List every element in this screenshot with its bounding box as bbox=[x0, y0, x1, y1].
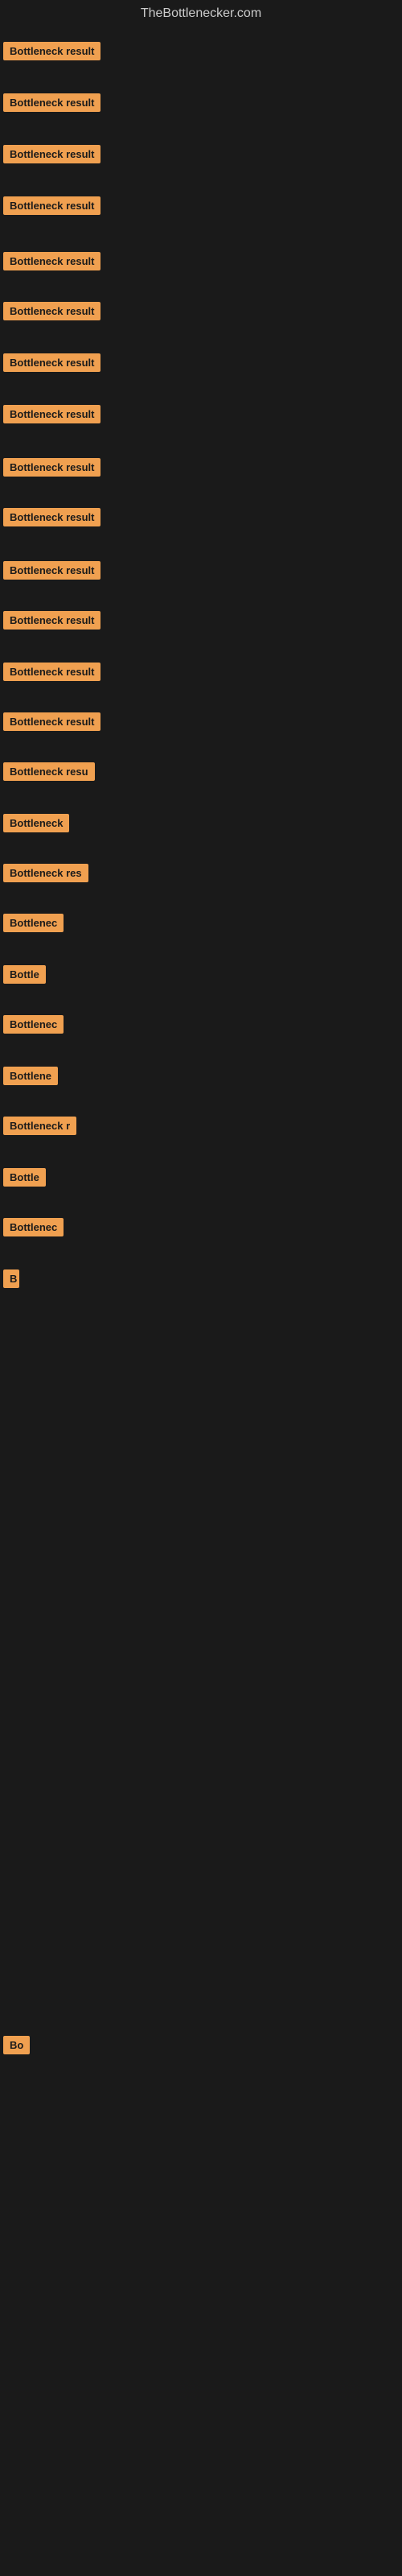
bottleneck-row: Bottlenec bbox=[0, 1212, 402, 1247]
bottleneck-label[interactable]: Bottleneck result bbox=[3, 458, 100, 477]
bottleneck-label[interactable]: Bottlene bbox=[3, 1067, 58, 1085]
bottleneck-row: Bottle bbox=[0, 1162, 402, 1197]
bottleneck-label[interactable]: Bottleneck result bbox=[3, 93, 100, 112]
bottleneck-row: Bottleneck result bbox=[0, 452, 402, 487]
bottleneck-row bbox=[0, 1649, 402, 1662]
bottleneck-row: Bottleneck result bbox=[0, 246, 402, 281]
bottleneck-row: B bbox=[0, 1263, 402, 1298]
bottleneck-row: Bottleneck resu bbox=[0, 756, 402, 791]
site-title: TheBottlenecker.com bbox=[0, 0, 402, 27]
bottleneck-label[interactable]: Bottleneck resu bbox=[3, 762, 95, 781]
bottleneck-label[interactable]: Bottleneck result bbox=[3, 405, 100, 423]
bottleneck-row: Bottleneck result bbox=[0, 295, 402, 331]
bottleneck-label[interactable]: Bottleneck result bbox=[3, 42, 100, 60]
bottleneck-label[interactable]: Bottleneck result bbox=[3, 712, 100, 731]
bottleneck-label[interactable]: Bottleneck r bbox=[3, 1117, 76, 1135]
bottleneck-row: Bottleneck bbox=[0, 807, 402, 843]
bottleneck-label[interactable]: Bottlenec bbox=[3, 1015, 64, 1034]
bottleneck-label[interactable]: Bo bbox=[3, 2036, 30, 2054]
bottleneck-row: Bottleneck result bbox=[0, 656, 402, 691]
bottleneck-row: Bottleneck result bbox=[0, 555, 402, 590]
bottleneck-row: Bottleneck result bbox=[0, 706, 402, 741]
bottleneck-row: Bottlene bbox=[0, 1060, 402, 1096]
bottleneck-row: Bottlenec bbox=[0, 907, 402, 943]
bottleneck-label[interactable]: Bottleneck bbox=[3, 814, 69, 832]
bottleneck-label[interactable]: Bottleneck result bbox=[3, 302, 100, 320]
bottleneck-row: Bottleneck result bbox=[0, 502, 402, 537]
bottleneck-row: Bottleneck result bbox=[0, 190, 402, 225]
bottleneck-label[interactable]: Bottleneck result bbox=[3, 663, 100, 681]
bottleneck-label[interactable]: Bottleneck result bbox=[3, 611, 100, 630]
bottleneck-row bbox=[0, 1459, 402, 1472]
bottleneck-label[interactable]: Bottle bbox=[3, 965, 46, 984]
bottleneck-label[interactable]: Bottleneck result bbox=[3, 196, 100, 215]
bottleneck-label[interactable]: Bottleneck result bbox=[3, 508, 100, 526]
bottleneck-label[interactable]: Bottle bbox=[3, 1168, 46, 1187]
bottleneck-row: Bo bbox=[0, 2029, 402, 2065]
bottleneck-row: Bottleneck result bbox=[0, 87, 402, 122]
bottleneck-label[interactable]: Bottleneck res bbox=[3, 864, 88, 882]
bottleneck-row: Bottlenec bbox=[0, 1009, 402, 1044]
bottleneck-label[interactable]: Bottlenec bbox=[3, 1218, 64, 1236]
bottleneck-row: Bottleneck result bbox=[0, 347, 402, 382]
bottleneck-row: Bottleneck result bbox=[0, 605, 402, 640]
bottleneck-label[interactable]: B bbox=[3, 1269, 19, 1288]
bottleneck-label[interactable]: Bottleneck result bbox=[3, 252, 100, 270]
bottleneck-row: Bottleneck res bbox=[0, 857, 402, 893]
bottleneck-label[interactable]: Bottleneck result bbox=[3, 561, 100, 580]
bottleneck-row: Bottleneck r bbox=[0, 1110, 402, 1146]
bottleneck-row: Bottleneck result bbox=[0, 35, 402, 71]
bottleneck-row: Bottle bbox=[0, 959, 402, 994]
bottleneck-label[interactable]: Bottleneck result bbox=[3, 353, 100, 372]
bottleneck-label[interactable]: Bottlenec bbox=[3, 914, 64, 932]
bottleneck-row: Bottleneck result bbox=[0, 398, 402, 434]
bottleneck-row bbox=[0, 1839, 402, 1852]
bottleneck-label[interactable]: Bottleneck result bbox=[3, 145, 100, 163]
bottleneck-row: Bottleneck result bbox=[0, 138, 402, 174]
